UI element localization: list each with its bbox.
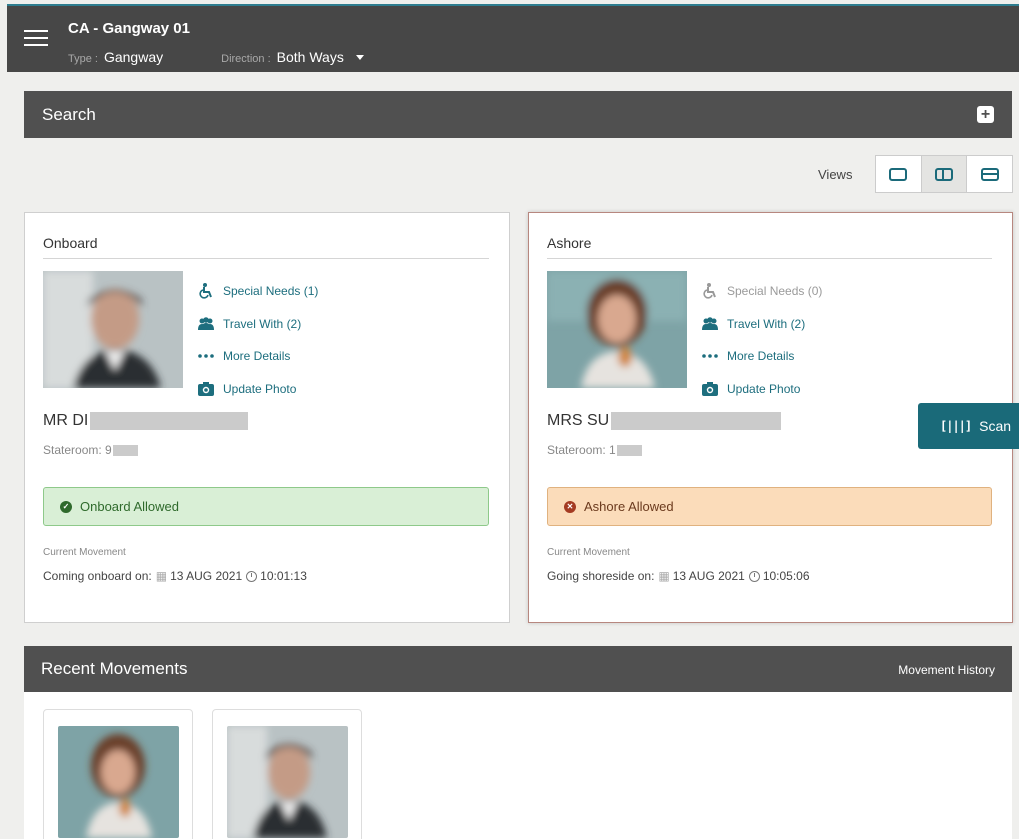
special-needs-link[interactable]: Special Needs (1) <box>197 275 318 308</box>
update-photo-link[interactable]: Update Photo <box>197 373 318 406</box>
update-photo-link[interactable]: Update Photo <box>701 373 822 406</box>
status-badge: ✓ Onboard Allowed <box>43 487 489 526</box>
wheelchair-icon <box>701 283 719 299</box>
camera-icon <box>701 381 719 397</box>
guest-name-text: MRS SU <box>547 412 610 429</box>
current-movement: Going shoreside on: ▦ 13 AUG 2021 10:05:… <box>547 569 810 583</box>
stateroom-text: Stateroom: 9 <box>43 443 112 457</box>
views-toggle-group <box>875 155 1013 193</box>
more-details-label: More Details <box>727 349 795 364</box>
barcode-icon: [|||] <box>940 419 972 433</box>
guest-name: MR DI <box>43 412 249 430</box>
divider <box>547 258 992 259</box>
current-movement: Coming onboard on: ▦ 13 AUG 2021 10:01:1… <box>43 569 307 583</box>
special-needs-link: Special Needs (0) <box>701 275 822 308</box>
divider <box>43 258 489 259</box>
calendar-icon: ▦ <box>155 569 168 583</box>
special-needs-label: Special Needs (0) <box>727 284 823 299</box>
more-details-link[interactable]: More Details <box>197 340 318 373</box>
single-view-icon <box>889 167 908 181</box>
guest-photo <box>43 271 183 388</box>
views-label: Views <box>818 167 853 182</box>
split-horizontal-view-icon <box>980 167 999 181</box>
expand-search-button[interactable]: + <box>977 106 994 123</box>
stateroom: Stateroom: 9 <box>43 443 138 457</box>
gangway-title: CA - Gangway 01 <box>68 20 190 37</box>
more-dots-icon <box>701 348 719 364</box>
status-badge: ✕ Ashore Allowed <box>547 487 992 526</box>
status-text: Ashore Allowed <box>584 499 674 514</box>
direction-select[interactable]: Both Ways <box>277 49 364 65</box>
scan-label: Scan <box>979 418 1012 434</box>
type-label: Type : <box>68 53 98 65</box>
view-split-horizontal-button[interactable] <box>967 156 1012 192</box>
more-dots-icon <box>197 348 215 364</box>
movement-date: 13 AUG 2021 <box>672 569 745 583</box>
card-title: Ashore <box>547 235 592 251</box>
search-label: Search <box>42 105 96 124</box>
camera-icon <box>197 381 215 397</box>
special-needs-label: Special Needs (1) <box>223 284 319 299</box>
update-photo-label: Update Photo <box>727 381 801 396</box>
guest-thumbnail <box>227 726 348 838</box>
plus-icon: + <box>980 106 991 123</box>
movement-text: Coming onboard on: <box>43 569 152 583</box>
recent-movements-list <box>24 692 1012 839</box>
guest-name: MRS SU <box>547 412 782 430</box>
chevron-down-icon <box>355 54 364 60</box>
recent-movements-header: Recent Movements Movement History <box>24 646 1012 692</box>
guest-links: Special Needs (1) Travel With (2) More D… <box>197 275 318 405</box>
redacted-name <box>90 412 249 430</box>
movement-text: Going shoreside on: <box>547 569 655 583</box>
split-vertical-view-icon <box>935 167 953 181</box>
redacted-stateroom <box>112 444 138 456</box>
redacted-stateroom <box>616 444 642 456</box>
redacted-name <box>611 412 782 430</box>
more-details-label: More Details <box>223 349 291 364</box>
travel-with-label: Travel With (2) <box>223 316 302 331</box>
direction-value: Both Ways <box>276 49 344 65</box>
view-single-button[interactable] <box>876 156 922 192</box>
gangway-meta: Type : Gangway Direction : Both Ways <box>68 49 364 65</box>
stateroom: Stateroom: 1 <box>547 443 642 457</box>
guest-photo <box>547 271 687 388</box>
clock-icon <box>748 570 760 582</box>
movement-time: 10:05:06 <box>762 569 810 583</box>
menu-icon[interactable] <box>24 30 48 48</box>
travel-with-link[interactable]: Travel With (2) <box>701 308 822 341</box>
guest-name-text: MR DI <box>43 412 89 429</box>
view-split-vertical-button[interactable] <box>921 156 968 192</box>
direction-label: Direction : <box>221 53 271 65</box>
guest-links: Special Needs (0) Travel With (2) More D… <box>701 275 822 405</box>
top-header: CA - Gangway 01 Type : Gangway Direction… <box>7 4 1019 72</box>
movement-history-link[interactable]: Movement History <box>898 663 995 677</box>
travel-with-link[interactable]: Travel With (2) <box>197 308 318 341</box>
guest-card-onboard: Onboard Special Needs (1) Travel With (2… <box>24 212 510 623</box>
movement-time: 10:01:13 <box>260 569 307 583</box>
group-icon <box>701 316 719 332</box>
update-photo-label: Update Photo <box>223 381 297 396</box>
card-title: Onboard <box>43 235 98 251</box>
current-movement-label: Current Movement <box>547 547 630 558</box>
clock-icon <box>246 570 258 582</box>
recent-movement-item[interactable] <box>43 709 193 839</box>
check-circle-icon: ✓ <box>60 500 72 513</box>
stateroom-text: Stateroom: 1 <box>547 443 616 457</box>
group-icon <box>197 316 215 332</box>
current-movement-label: Current Movement <box>43 547 126 558</box>
recent-movements-title: Recent Movements <box>41 659 188 678</box>
warning-circle-icon: ✕ <box>564 500 576 513</box>
guest-thumbnail <box>58 726 179 838</box>
recent-movement-item[interactable] <box>212 709 362 839</box>
status-text: Onboard Allowed <box>80 499 180 514</box>
movement-date: 13 AUG 2021 <box>170 569 243 583</box>
travel-with-label: Travel With (2) <box>727 316 806 331</box>
type-value: Gangway <box>103 49 164 65</box>
calendar-icon: ▦ <box>658 569 670 583</box>
wheelchair-icon <box>197 283 215 299</box>
more-details-link[interactable]: More Details <box>701 340 822 373</box>
search-panel-header[interactable]: Search + <box>24 91 1012 138</box>
scan-button[interactable]: [|||] Scan <box>918 403 1019 449</box>
